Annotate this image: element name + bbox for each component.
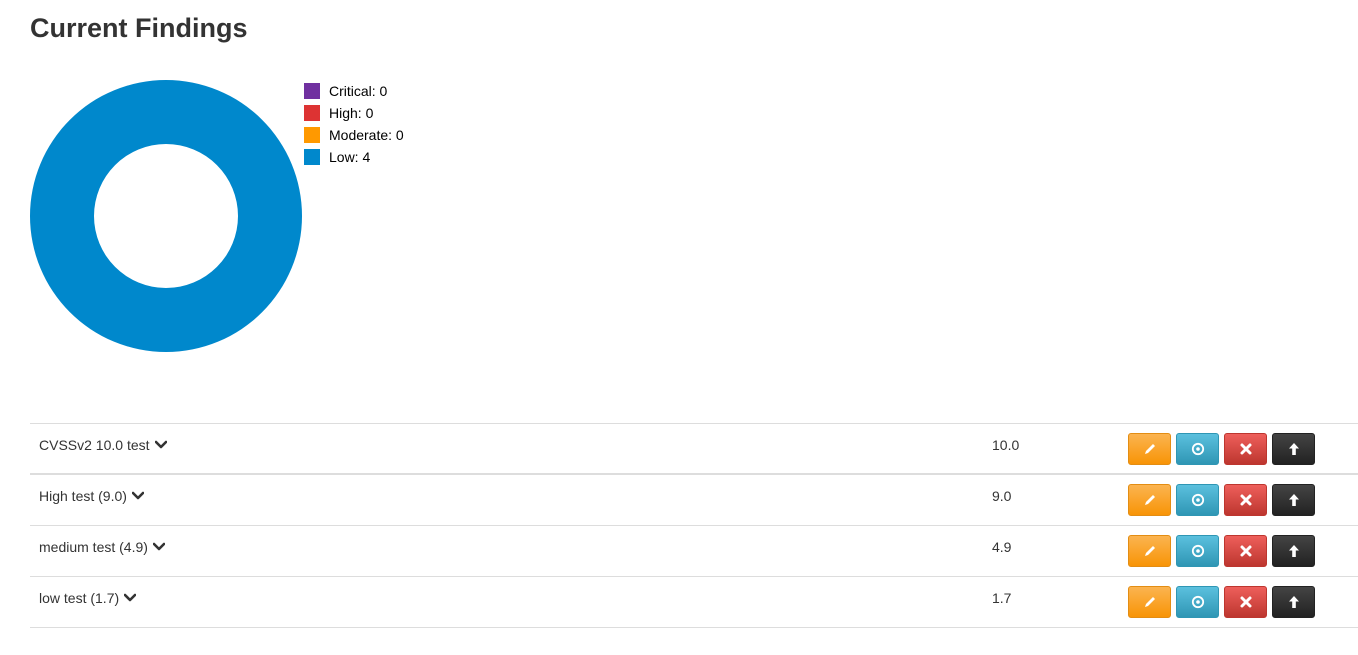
finding-row: medium test (4.9) 4.9: [30, 526, 1358, 577]
circle-target-icon: [1191, 493, 1204, 507]
finding-title-toggle[interactable]: medium test (4.9): [39, 539, 165, 555]
legend-label-moderate: Moderate: 0: [329, 127, 404, 143]
delete-button[interactable]: [1224, 535, 1267, 567]
edit-button[interactable]: [1128, 484, 1171, 516]
donut-slice-low: [30, 80, 302, 352]
view-button[interactable]: [1176, 433, 1219, 465]
page-title: Current Findings: [30, 13, 248, 43]
x-icon: [1240, 494, 1251, 506]
x-icon: [1240, 545, 1251, 557]
view-button[interactable]: [1176, 586, 1219, 618]
move-up-button[interactable]: [1272, 535, 1315, 567]
finding-title-toggle[interactable]: low test (1.7): [39, 590, 137, 606]
chart-legend: Critical: 0 High: 0 Moderate: 0 Low: 4: [303, 80, 404, 168]
move-up-button[interactable]: [1272, 484, 1315, 516]
delete-button[interactable]: [1224, 433, 1267, 465]
delete-button[interactable]: [1224, 586, 1267, 618]
move-up-button[interactable]: [1272, 586, 1315, 618]
edit-button[interactable]: [1128, 433, 1171, 465]
legend-swatch-critical: [303, 82, 321, 100]
finding-score: 4.9: [992, 539, 1012, 555]
pencil-icon: [1144, 597, 1155, 607]
move-up-button[interactable]: [1272, 433, 1315, 465]
finding-title: medium test (4.9): [39, 539, 148, 555]
legend-item-low: Low: 4: [303, 146, 404, 168]
pencil-icon: [1144, 546, 1155, 556]
chevron-down-icon: [154, 440, 167, 449]
finding-actions: [1128, 535, 1320, 567]
finding-score: 9.0: [992, 488, 1012, 504]
chevron-down-icon: [124, 593, 137, 602]
x-icon: [1240, 596, 1251, 608]
finding-title: High test (9.0): [39, 488, 127, 504]
pencil-icon: [1144, 444, 1155, 454]
findings-donut-chart: [30, 80, 302, 352]
legend-item-critical: Critical: 0: [303, 80, 404, 102]
legend-swatch-high: [303, 104, 321, 122]
view-button[interactable]: [1176, 535, 1219, 567]
legend-item-moderate: Moderate: 0: [303, 124, 404, 146]
finding-score: 1.7: [992, 590, 1012, 606]
legend-swatch-moderate: [303, 126, 321, 144]
finding-actions: [1128, 433, 1320, 465]
finding-row: CVSSv2 10.0 test 10.0: [30, 424, 1358, 475]
finding-title: CVSSv2 10.0 test: [39, 437, 150, 453]
legend-label-critical: Critical: 0: [329, 83, 388, 99]
circle-target-icon: [1191, 595, 1204, 609]
edit-button[interactable]: [1128, 535, 1171, 567]
finding-actions: [1128, 484, 1320, 516]
arrow-up-icon: [1288, 596, 1299, 608]
x-icon: [1240, 443, 1251, 455]
arrow-up-icon: [1288, 494, 1299, 506]
view-button[interactable]: [1176, 484, 1219, 516]
finding-title-toggle[interactable]: High test (9.0): [39, 488, 144, 504]
finding-row: High test (9.0) 9.0: [30, 475, 1358, 526]
arrow-up-icon: [1288, 545, 1299, 557]
finding-score: 10.0: [992, 437, 1020, 453]
finding-actions: [1128, 586, 1320, 618]
circle-target-icon: [1191, 442, 1204, 456]
chevron-down-icon: [131, 491, 144, 500]
chevron-down-icon: [152, 542, 165, 551]
legend-label-high: High: 0: [329, 105, 374, 121]
findings-table: CVSSv2 10.0 test 10.0 High test (9.0) 9.…: [30, 423, 1358, 628]
delete-button[interactable]: [1224, 484, 1267, 516]
legend-label-low: Low: 4: [329, 149, 371, 165]
legend-swatch-low: [303, 148, 321, 166]
pencil-icon: [1144, 495, 1155, 505]
donut-svg: [30, 80, 302, 352]
legend-item-high: High: 0: [303, 102, 404, 124]
finding-title: low test (1.7): [39, 590, 120, 606]
finding-row: low test (1.7) 1.7: [30, 577, 1358, 628]
finding-title-toggle[interactable]: CVSSv2 10.0 test: [39, 437, 167, 453]
circle-target-icon: [1191, 544, 1204, 558]
findings-page: Current Findings Critical: 0 High: 0 Mod…: [0, 0, 1358, 655]
edit-button[interactable]: [1128, 586, 1171, 618]
arrow-up-icon: [1288, 443, 1299, 455]
